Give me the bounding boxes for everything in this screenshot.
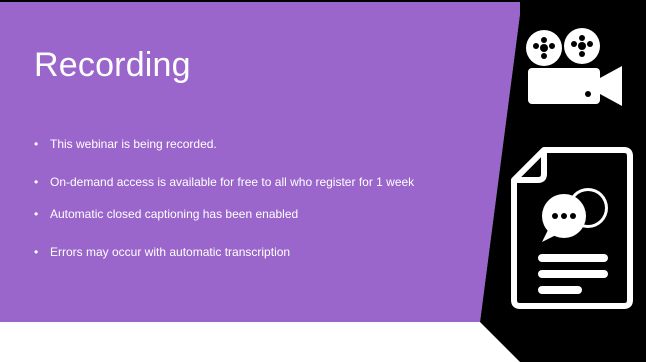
top-border — [0, 0, 646, 2]
bullet-item: On-demand access is available for free t… — [34, 174, 464, 190]
bullet-item: This webinar is being recorded. — [34, 136, 464, 152]
bullet-list: This webinar is being recorded. On-deman… — [34, 136, 464, 282]
slide: Recording This webinar is being recorded… — [0, 0, 646, 362]
slide-title: Recording — [34, 46, 191, 84]
document-chat-icon — [511, 147, 633, 309]
bullet-item: Errors may occur with automatic transcri… — [34, 244, 464, 260]
video-camera-icon — [526, 28, 622, 106]
bullet-item: Automatic closed captioning has been ena… — [34, 206, 464, 222]
